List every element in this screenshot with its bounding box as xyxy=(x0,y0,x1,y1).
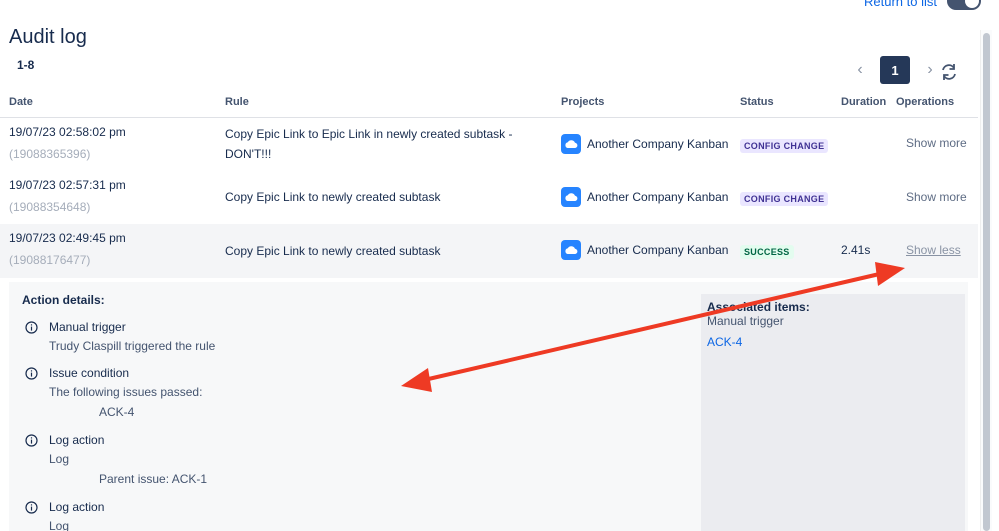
status-badge: CONFIG CHANGE xyxy=(740,192,829,206)
project-name[interactable]: Another Company Kanban xyxy=(587,190,728,204)
project-name[interactable]: Another Company Kanban xyxy=(587,137,728,151)
action-detail-value: ACK-4 xyxy=(99,405,135,419)
column-header-operations: Operations xyxy=(896,96,955,108)
column-header-status: Status xyxy=(740,96,774,108)
page-title: Audit log xyxy=(9,26,87,48)
associated-items-heading: Associated items: xyxy=(707,300,810,314)
rule-line-1: Copy Epic Link to Epic Link in newly cre… xyxy=(225,127,513,141)
associated-items-panel: Associated items: Manual trigger ACK-4 xyxy=(701,294,965,531)
return-to-list-label: Return to list xyxy=(864,0,937,9)
scrollbar-thumb[interactable] xyxy=(983,33,990,531)
action-title: Manual trigger xyxy=(49,320,126,334)
action-description: The following issues passed: xyxy=(49,385,203,399)
rule-line-2: DON'T!!! xyxy=(225,147,272,161)
action-description: Log xyxy=(49,519,70,531)
project-name[interactable]: Another Company Kanban xyxy=(587,243,728,257)
cloud-project-icon xyxy=(561,240,581,260)
row-duration: 2.41s xyxy=(841,243,871,257)
action-detail-value: Parent issue: ACK-1 xyxy=(99,472,208,486)
associated-items-source: Manual trigger xyxy=(707,314,784,328)
next-page-button[interactable]: › xyxy=(920,61,940,79)
row-execution-id: (19088365396) xyxy=(9,147,91,161)
row-rule: Copy Epic Link to newly created subtask xyxy=(225,244,441,258)
table-row: 19/07/23 02:49:45 pm (19088176477) Copy … xyxy=(0,224,978,278)
row-execution-id: (19088176477) xyxy=(9,253,91,267)
row-project: Another Company Kanban xyxy=(561,134,728,154)
info-icon xyxy=(25,321,38,334)
action-details-heading: Action details: xyxy=(22,293,105,307)
issue-link[interactable]: ACK-4 xyxy=(707,335,742,349)
row-date: 19/07/23 02:57:31 pm xyxy=(9,178,126,192)
row-date: 19/07/23 02:58:02 pm xyxy=(9,125,126,139)
action-description: Trudy Claspill triggered the rule xyxy=(49,339,216,353)
action-title: Log action xyxy=(49,433,105,447)
show-more-button[interactable]: Show more xyxy=(906,136,967,150)
column-header-date: Date xyxy=(9,96,33,108)
row-rule: Copy Epic Link to Epic Link in newly cre… xyxy=(225,124,525,164)
row-execution-id: (19088354648) xyxy=(9,200,91,214)
action-title: Issue condition xyxy=(49,366,130,380)
action-title: Log action xyxy=(49,500,105,514)
page-1-button[interactable]: 1 xyxy=(880,56,910,84)
column-header-rule: Rule xyxy=(225,96,249,108)
cloud-project-icon xyxy=(561,134,581,154)
status-badge: SUCCESS xyxy=(740,245,794,259)
pagination: ‹ 1 › xyxy=(850,56,940,84)
info-icon xyxy=(25,434,38,447)
result-range: 1-8 xyxy=(17,58,35,72)
info-icon xyxy=(25,501,38,514)
show-more-button[interactable]: Show more xyxy=(906,190,967,204)
column-header-projects: Projects xyxy=(561,96,605,108)
row-project: Another Company Kanban xyxy=(561,187,728,207)
action-description: Log xyxy=(49,452,70,466)
info-icon xyxy=(25,367,38,380)
return-to-list-toggle[interactable]: Return to list xyxy=(864,0,981,10)
column-header-duration: Duration xyxy=(841,96,887,108)
prev-page-button[interactable]: ‹ xyxy=(850,61,870,79)
cloud-project-icon xyxy=(561,187,581,207)
row-rule: Copy Epic Link to newly created subtask xyxy=(225,190,441,204)
row-project: Another Company Kanban xyxy=(561,240,728,260)
status-badge: CONFIG CHANGE xyxy=(740,139,829,153)
refresh-icon[interactable] xyxy=(939,62,959,82)
toggle-switch[interactable] xyxy=(947,0,981,10)
table-row: 19/07/23 02:57:31 pm (19088354648) Copy … xyxy=(0,171,978,224)
show-less-button[interactable]: Show less xyxy=(906,243,961,257)
row-date: 19/07/23 02:49:45 pm xyxy=(9,231,126,245)
action-details-panel: Action details: Manual trigger Trudy Cla… xyxy=(9,282,968,531)
table-row: 19/07/23 02:58:02 pm (19088365396) Copy … xyxy=(0,118,978,171)
